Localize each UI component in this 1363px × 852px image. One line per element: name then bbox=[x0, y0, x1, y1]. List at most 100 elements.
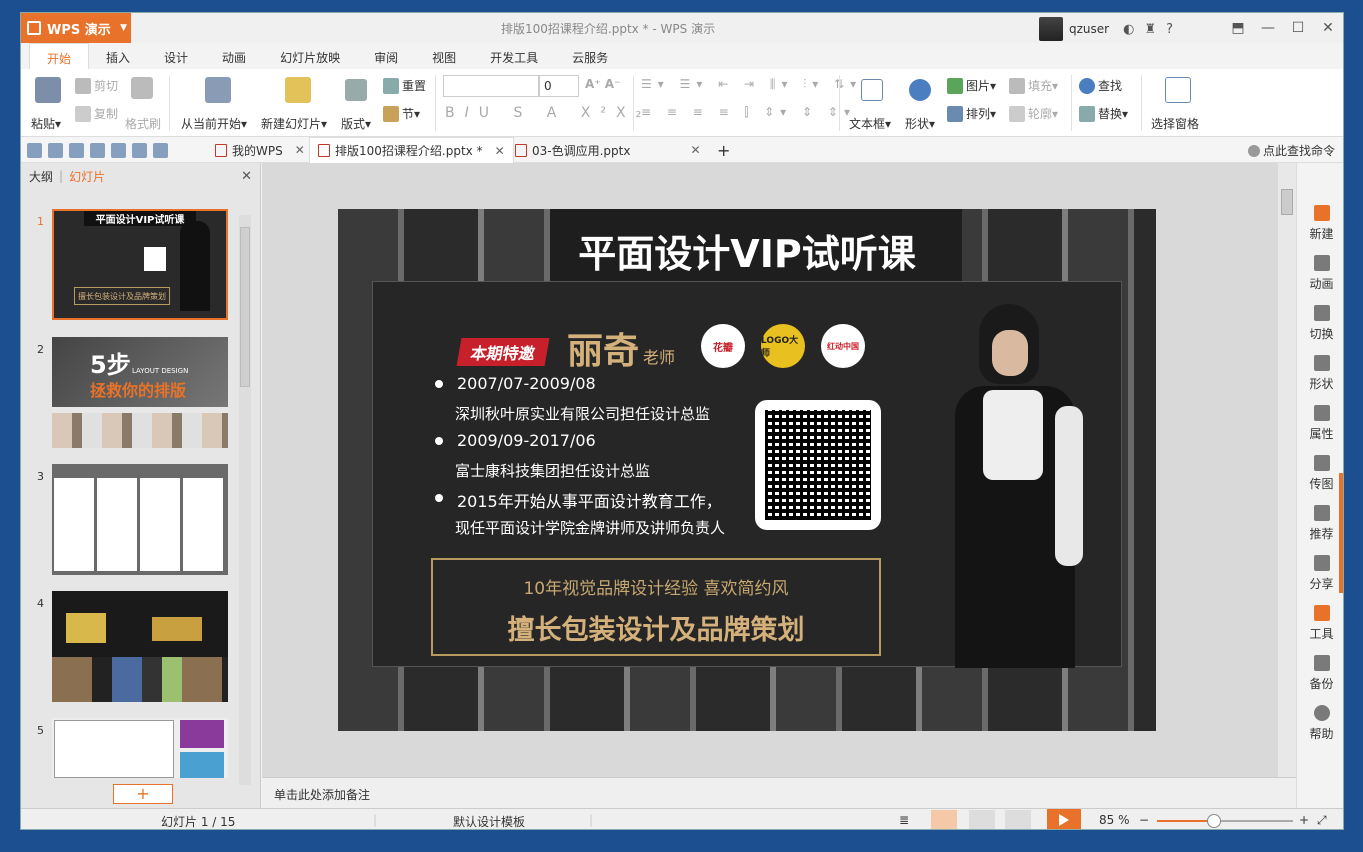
guest-badge[interactable]: 本期特邀 bbox=[456, 338, 550, 366]
template-name[interactable]: 默认设计模板 bbox=[453, 813, 525, 829]
task-backup[interactable]: 备份 bbox=[1297, 655, 1343, 692]
shape-button[interactable]: 形状 ▾ bbox=[905, 115, 935, 132]
bullet-desc-1[interactable]: 深圳秋叶原实业有限公司担任设计总监 bbox=[455, 403, 710, 424]
zoom-out-icon[interactable]: − bbox=[1139, 813, 1149, 827]
tab-slideshow[interactable]: 幻灯片放映 bbox=[263, 43, 357, 69]
task-upload-image[interactable]: 传图 bbox=[1297, 455, 1343, 492]
close-icon[interactable]: ✕ bbox=[495, 144, 505, 158]
bullet-desc-3[interactable]: 现任平面设计学院金牌讲师及讲师负责人 bbox=[455, 517, 725, 538]
tab-view[interactable]: 视图 bbox=[415, 43, 473, 69]
command-search[interactable]: 点此查找命令 bbox=[1247, 142, 1335, 159]
close-icon[interactable]: ✕ bbox=[1313, 13, 1343, 43]
wps-menu-button[interactable]: WPS 演示 ▼ bbox=[21, 13, 131, 43]
task-recommend[interactable]: 推荐 bbox=[1297, 505, 1343, 542]
slide-thumbnail-5[interactable] bbox=[52, 718, 228, 778]
notes-pane[interactable]: 单击此处添加备注 bbox=[262, 777, 1296, 808]
save-icon[interactable] bbox=[48, 143, 63, 158]
slide-thumbnail-4[interactable] bbox=[52, 591, 228, 702]
font-family-select[interactable] bbox=[443, 75, 539, 97]
new-tab-button[interactable]: + bbox=[709, 137, 738, 163]
bullet-period-3[interactable]: 2015年开始从事平面设计教育工作， bbox=[435, 488, 722, 512]
play-slideshow-button[interactable] bbox=[1047, 809, 1081, 829]
slide-thumbnail-1[interactable]: 平面设计VIP试听课 擅长包装设计及品牌策划 bbox=[52, 209, 228, 320]
zoom-level[interactable]: 85 % bbox=[1099, 813, 1130, 827]
highlight-box[interactable]: 10年视觉品牌设计经验 喜欢简约风 擅长包装设计及品牌策划 bbox=[431, 558, 881, 656]
zoom-slider-handle[interactable] bbox=[1207, 814, 1222, 828]
tab-review[interactable]: 审阅 bbox=[357, 43, 415, 69]
font-size-select[interactable]: 0 bbox=[539, 75, 579, 97]
canvas-scrollbar[interactable] bbox=[1278, 163, 1296, 777]
current-slide[interactable]: 平面设计VIP试听课 本期特邀 丽奇 老师 花瓣 LOGO大师 红动中国 200… bbox=[338, 209, 1156, 731]
fit-window-icon[interactable]: ⤢ bbox=[1317, 813, 1327, 828]
shirt-icon[interactable]: ♜ bbox=[1144, 22, 1156, 37]
normal-view-button[interactable] bbox=[931, 810, 957, 829]
from-current-button[interactable]: 从当前开始 ▾ bbox=[181, 115, 247, 132]
skin-icon[interactable]: ◐ bbox=[1123, 22, 1134, 37]
zoom-slider[interactable] bbox=[1157, 814, 1293, 828]
doc-tab-mywps[interactable]: 我的WPS ✕ bbox=[207, 137, 313, 163]
task-shape[interactable]: 形状 bbox=[1297, 355, 1343, 392]
new-slide-button[interactable]: 新建幻灯片 ▾ bbox=[261, 115, 327, 132]
reset-button[interactable]: 重置 bbox=[383, 77, 426, 94]
close-icon[interactable]: ✕ bbox=[241, 169, 252, 184]
copy-button[interactable]: 复制 bbox=[75, 105, 118, 122]
task-animation[interactable]: 动画 bbox=[1297, 255, 1343, 292]
task-properties[interactable]: 属性 bbox=[1297, 405, 1343, 442]
redo-icon[interactable] bbox=[153, 143, 168, 158]
task-transition[interactable]: 切换 bbox=[1297, 305, 1343, 342]
teacher-name[interactable]: 丽奇 bbox=[567, 322, 639, 374]
scrollbar-thumb[interactable] bbox=[240, 227, 250, 387]
task-new[interactable]: 新建 bbox=[1297, 205, 1343, 242]
fill-button[interactable]: 填充 ▾ bbox=[1009, 77, 1058, 94]
minimize-icon[interactable]: — bbox=[1253, 13, 1283, 43]
task-tools[interactable]: 工具 bbox=[1297, 605, 1343, 642]
notes-toggle-icon[interactable]: ≣ bbox=[899, 813, 909, 827]
teacher-suffix[interactable]: 老师 bbox=[643, 344, 675, 368]
print-icon[interactable] bbox=[90, 143, 105, 158]
teacher-photo[interactable] bbox=[939, 296, 1089, 668]
tab-outline[interactable]: 大纲 bbox=[29, 168, 53, 185]
bullet-period-2[interactable]: 2009/09-2017/06 bbox=[435, 431, 596, 450]
close-icon[interactable]: ✕ bbox=[295, 143, 305, 157]
slide-title[interactable]: 平面设计VIP试听课 bbox=[338, 223, 1156, 278]
add-slide-button[interactable]: + bbox=[113, 784, 173, 804]
arrange-button[interactable]: 排列 ▾ bbox=[947, 105, 996, 122]
doc-tab-current[interactable]: 排版100招课程介绍.pptx * ✕ bbox=[309, 137, 514, 163]
tab-insert[interactable]: 插入 bbox=[89, 43, 147, 69]
tab-design[interactable]: 设计 bbox=[147, 43, 205, 69]
doc-tab-color[interactable]: 03-色调应用.pptx ✕ bbox=[507, 137, 709, 163]
avatar[interactable] bbox=[1039, 17, 1063, 41]
qr-code[interactable] bbox=[755, 400, 881, 530]
maximize-icon[interactable]: ☐ bbox=[1283, 13, 1313, 43]
restore-ribbon-icon[interactable]: ⬒ bbox=[1223, 13, 1253, 43]
format-painter-button[interactable]: 格式刷 bbox=[125, 115, 161, 132]
export-pdf-icon[interactable] bbox=[69, 143, 84, 158]
replace-button[interactable]: 替换 ▾ bbox=[1079, 105, 1128, 122]
task-help[interactable]: 帮助 bbox=[1297, 705, 1343, 742]
textbox-button[interactable]: 文本框 ▾ bbox=[849, 115, 891, 132]
font-style-buttons[interactable]: BIU S A X²X₂ bbox=[445, 105, 651, 121]
sorter-view-button[interactable] bbox=[969, 810, 995, 829]
find-button[interactable]: 查找 bbox=[1079, 77, 1122, 94]
open-icon[interactable] bbox=[27, 143, 42, 158]
layout-button[interactable]: 版式 ▾ bbox=[341, 115, 371, 132]
bullet-period-1[interactable]: 2007/07-2009/08 bbox=[435, 374, 596, 393]
align-buttons[interactable]: ≡ ≡ ≡ ≡ ⫿ ⇕▾ ⇕ ⇕▾ bbox=[641, 105, 856, 120]
paste-button[interactable]: 粘贴 ▾ bbox=[31, 115, 61, 132]
outline-button[interactable]: 轮廓 ▾ bbox=[1009, 105, 1058, 122]
bullet-desc-2[interactable]: 富士康科技集团担任设计总监 bbox=[455, 460, 650, 481]
slide-thumbnail-2[interactable]: 5步 LAYOUT DESIGN 拯救你的排版 bbox=[52, 337, 228, 448]
slide-thumbnail-3[interactable] bbox=[52, 464, 228, 575]
help-icon[interactable]: ? bbox=[1166, 22, 1173, 37]
slide-canvas[interactable]: 平面设计VIP试听课 本期特邀 丽奇 老师 花瓣 LOGO大师 红动中国 200… bbox=[262, 163, 1278, 777]
user-area[interactable]: qzuser ◐ ♜ ? bbox=[1039, 17, 1173, 41]
zoom-in-icon[interactable]: + bbox=[1299, 813, 1309, 827]
selection-pane-button[interactable]: 选择窗格 bbox=[1151, 115, 1199, 132]
scrollbar-thumb[interactable] bbox=[1281, 189, 1293, 215]
slides-scrollbar[interactable] bbox=[239, 215, 251, 785]
user-name[interactable]: qzuser bbox=[1069, 22, 1109, 36]
tab-cloud[interactable]: 云服务 bbox=[555, 43, 625, 69]
cut-button[interactable]: 剪切 bbox=[75, 77, 118, 94]
undo-icon[interactable] bbox=[132, 143, 147, 158]
tab-home[interactable]: 开始 bbox=[29, 43, 90, 69]
